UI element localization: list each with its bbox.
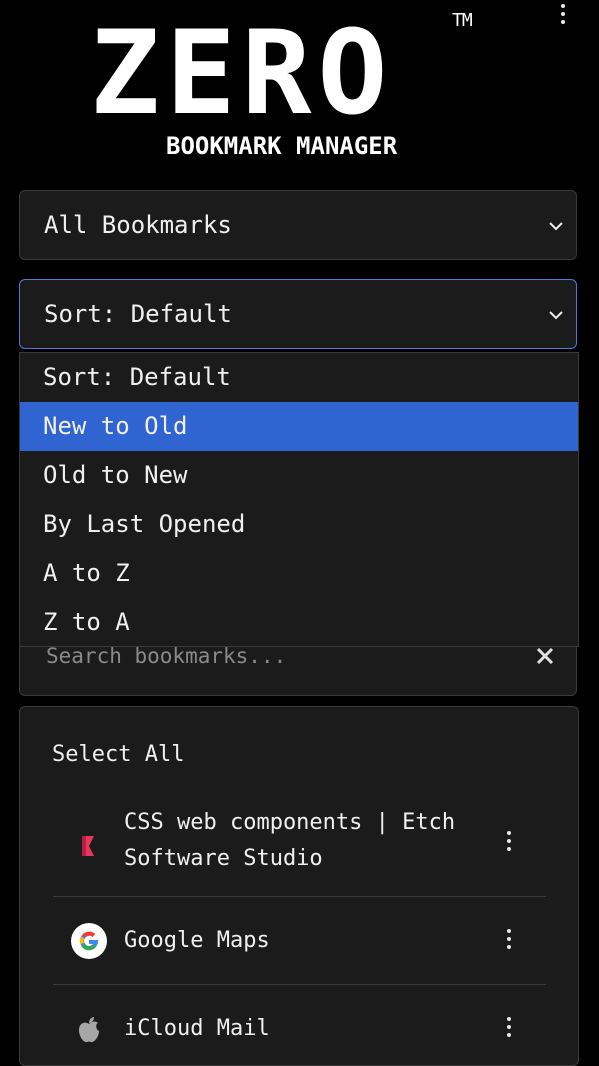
- sort-select[interactable]: Sort: Default: [19, 279, 577, 349]
- sort-option-label: A to Z: [43, 559, 130, 587]
- sort-option-z-to-a[interactable]: Z to A: [20, 598, 578, 647]
- sort-option-new-to-old[interactable]: New to Old: [20, 402, 578, 451]
- bookmark-title[interactable]: CSS web components | Etch Software Studi…: [124, 805, 464, 877]
- sort-option-default[interactable]: Sort: Default: [20, 353, 578, 402]
- more-options-icon[interactable]: [499, 1017, 519, 1043]
- sort-option-label: New to Old: [43, 412, 188, 440]
- sort-option-a-to-z[interactable]: A to Z: [20, 549, 578, 598]
- logo-subtitle: BOOKMARK MANAGER: [166, 132, 398, 160]
- list-item[interactable]: CSS web components | Etch Software Studi…: [53, 793, 546, 897]
- sort-option-label: Sort: Default: [43, 363, 231, 391]
- more-options-icon[interactable]: [499, 929, 519, 955]
- etch-logo-icon: [82, 836, 94, 856]
- chevron-down-icon: [549, 311, 563, 320]
- more-options-icon[interactable]: [553, 4, 573, 30]
- sort-option-old-to-new[interactable]: Old to New: [20, 451, 578, 500]
- logo-trademark: TM: [452, 10, 473, 31]
- google-logo-icon: [71, 923, 107, 959]
- sort-option-label: Z to A: [43, 608, 130, 636]
- select-all-toggle[interactable]: Select All: [52, 741, 184, 769]
- list-item[interactable]: Google Maps: [53, 897, 546, 985]
- folder-select[interactable]: All Bookmarks: [19, 190, 577, 260]
- sort-select-value: Sort: Default: [44, 300, 232, 328]
- sort-option-label: By Last Opened: [43, 510, 246, 538]
- sort-option-label: Old to New: [43, 461, 188, 489]
- apple-logo-icon: [79, 1017, 99, 1043]
- close-icon[interactable]: [534, 645, 556, 667]
- sort-option-last-opened[interactable]: By Last Opened: [20, 500, 578, 549]
- bookmark-title[interactable]: Google Maps: [124, 923, 464, 959]
- folder-select-value: All Bookmarks: [44, 211, 232, 239]
- logo-title: ZERO: [90, 6, 394, 141]
- sort-dropdown-list: Sort: Default New to Old Old to New By L…: [19, 352, 579, 647]
- header: ZERO TM BOOKMARK MANAGER: [0, 0, 599, 180]
- chevron-down-icon: [549, 222, 563, 231]
- list-item[interactable]: iCloud Mail: [53, 985, 546, 1065]
- more-options-icon[interactable]: [499, 831, 519, 857]
- bookmark-title[interactable]: iCloud Mail: [124, 1011, 464, 1047]
- bookmark-list: Select All CSS web components | Etch Sof…: [19, 706, 579, 1066]
